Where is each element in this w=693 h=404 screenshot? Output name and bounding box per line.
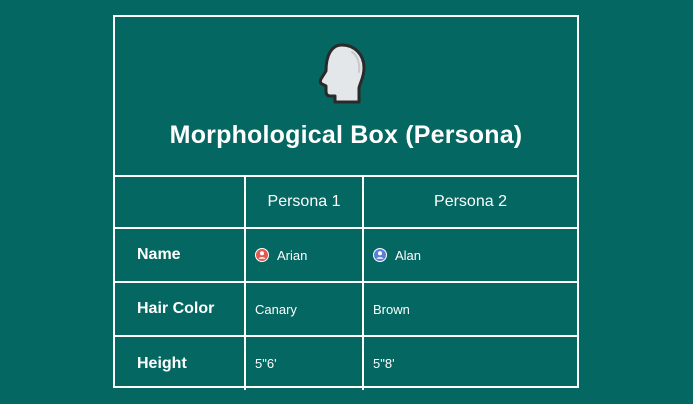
table-row-height: Height 5"6' 5"8' bbox=[115, 335, 577, 390]
header-empty-cell bbox=[115, 177, 246, 229]
table-header-row: Persona 1 Persona 2 bbox=[115, 177, 577, 229]
row-label-name: Name bbox=[115, 227, 246, 283]
column-header-persona-2: Persona 2 bbox=[362, 177, 577, 229]
morphological-box: Morphological Box (Persona) Persona 1 Pe… bbox=[113, 15, 579, 390]
user-avatar-red-icon bbox=[255, 248, 269, 262]
user-avatar-blue-icon bbox=[373, 248, 387, 262]
cell-persona-2-height: 5"8' bbox=[362, 335, 577, 390]
human-head-icon bbox=[318, 43, 366, 104]
cell-persona-2-hair-color: Brown bbox=[362, 281, 577, 337]
table-row-name: Name Arian Alan bbox=[115, 227, 577, 283]
persona-1-name: Arian bbox=[277, 247, 308, 263]
box-header: Morphological Box (Persona) bbox=[115, 17, 577, 177]
column-header-persona-1: Persona 1 bbox=[244, 177, 364, 229]
row-label-hair-color: Hair Color bbox=[115, 281, 246, 337]
table-row-hair-color: Hair Color Canary Brown bbox=[115, 281, 577, 337]
cell-persona-1-name: Arian bbox=[244, 227, 364, 283]
cell-persona-2-name: Alan bbox=[362, 227, 577, 283]
persona-table: Persona 1 Persona 2 Name Arian Alan Hair… bbox=[115, 177, 577, 390]
page-title: Morphological Box (Persona) bbox=[169, 121, 523, 149]
row-label-height: Height bbox=[115, 335, 246, 390]
cell-persona-1-height: 5"6' bbox=[244, 335, 364, 390]
persona-2-name: Alan bbox=[395, 247, 422, 263]
cell-persona-1-hair-color: Canary bbox=[244, 281, 364, 337]
